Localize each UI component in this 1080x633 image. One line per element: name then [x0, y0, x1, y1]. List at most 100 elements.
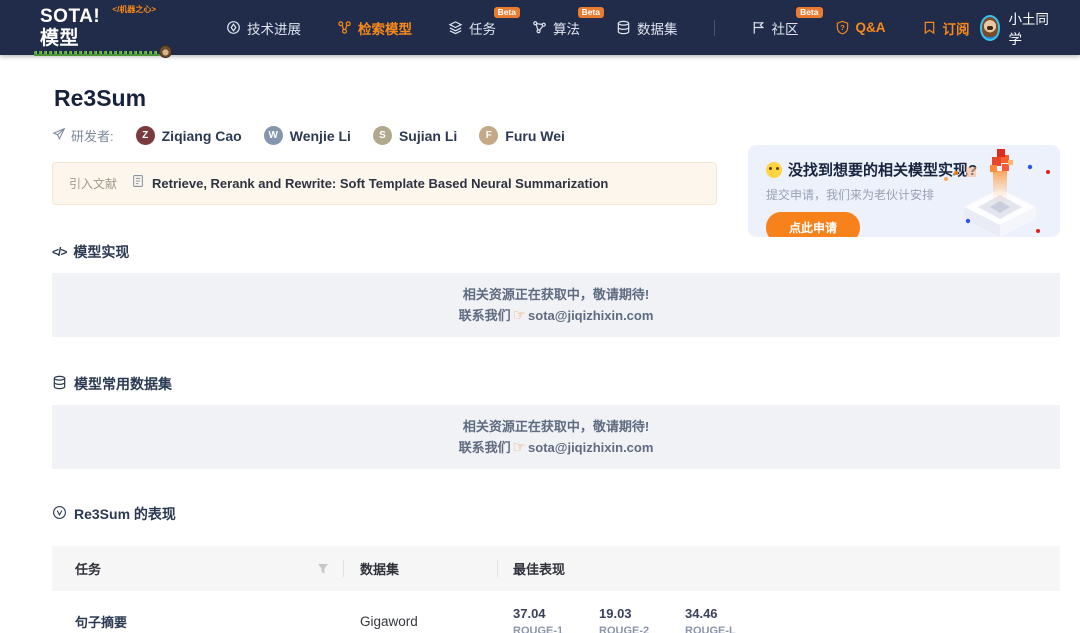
developer-name: Ziqiang Cao: [161, 127, 242, 144]
developer-chip[interactable]: Z Ziqiang Cao: [135, 126, 242, 145]
nav-item-community[interactable]: 社区 Beta: [751, 6, 823, 38]
performance-table: 任务 数据集 最佳表现 句子摘要 Gigaword 37.04 ROUGE-1 …: [52, 546, 1060, 633]
molecule-icon: [532, 20, 547, 35]
layers-icon: [448, 20, 463, 35]
promo-card: 没找到想要的相关模型实现? 提交申请，我们来为老伙计安排 点此申请: [748, 145, 1060, 237]
apply-button[interactable]: 点此申请: [766, 212, 861, 237]
table-header: 任务 数据集 最佳表现: [52, 546, 1060, 591]
placeholder-line1: 相关资源正在获取中，敬请期待!: [462, 419, 650, 434]
top-navbar: SOTA!模型 </机器之心> 技术进展 检索模型 任务 Beta 算法 Bet…: [0, 0, 1080, 58]
citation-paper-link[interactable]: Retrieve, Rerank and Rewrite: Soft Templ…: [131, 174, 608, 193]
nodes-icon: [337, 20, 352, 35]
column-header-dataset: 数据集: [360, 562, 400, 577]
beta-badge: Beta: [796, 6, 823, 18]
citation-label: 引入文献: [69, 177, 118, 191]
nav-item-qa[interactable]: ? Q&A: [835, 20, 886, 35]
section-implementations: </> 模型实现: [52, 242, 1080, 262]
developer-name: Sujian Li: [398, 127, 458, 144]
metric: 37.04 ROUGE-1: [513, 606, 599, 633]
section-datasets: 模型常用数据集: [52, 374, 1080, 394]
contact-label: 联系我们: [458, 308, 511, 323]
developer-name: Wenjie Li: [289, 127, 351, 144]
section-title: 模型常用数据集: [74, 376, 172, 392]
contact-email-link[interactable]: sota@jiqizhixin.com: [528, 437, 653, 458]
svg-text:?: ?: [840, 23, 845, 32]
nav-item-label: 数据集: [637, 21, 678, 37]
contact-label: 联系我们: [458, 440, 511, 455]
task-cell[interactable]: 句子摘要: [52, 612, 343, 631]
code-icon: </>: [52, 245, 67, 259]
datasets-placeholder: 相关资源正在获取中，敬请期待! 联系我们 ☞ sota@jiqizhixin.c…: [52, 405, 1060, 469]
document-icon: [131, 174, 145, 193]
nav-item-progress[interactable]: 技术进展: [226, 18, 301, 38]
logo-jiqizhixin-tag: </机器之心>: [112, 4, 156, 14]
nav-item-label: 社区: [771, 21, 799, 37]
developer-name: Furu Wei: [505, 127, 565, 144]
bookmark-icon: [922, 20, 937, 35]
column-header-best: 最佳表现: [513, 562, 566, 577]
column-header-label: 任务: [75, 562, 102, 577]
nav-item-label: 订阅: [942, 21, 970, 37]
nav-item-search-models[interactable]: 检索模型: [337, 18, 412, 38]
medal-icon: [52, 505, 67, 523]
developer-chip[interactable]: S Sujian Li: [372, 126, 458, 145]
filter-icon[interactable]: [317, 563, 329, 575]
column-divider: [343, 560, 344, 577]
citation-box: 引入文献 Retrieve, Rerank and Rewrite: Soft …: [52, 162, 717, 205]
metric-name: ROUGE-1: [513, 625, 564, 633]
avatar: F: [479, 126, 499, 145]
cubes-illustration: [944, 149, 1050, 237]
logo-monkey-icon: [159, 44, 172, 58]
metric: 34.46 ROUGE-L: [685, 606, 771, 633]
developers-label-wrap: 研发者:: [52, 126, 114, 145]
developer-chip[interactable]: W Wenjie Li: [263, 126, 351, 145]
nav-item-subscribe[interactable]: 订阅: [922, 18, 970, 38]
avatar: W: [263, 126, 283, 145]
metrics-cell: 37.04 ROUGE-1 19.03 ROUGE-2 34.46 ROUGE-…: [497, 606, 1060, 633]
metric-name: ROUGE-L: [685, 625, 736, 633]
nav-item-label: 任务: [469, 21, 496, 37]
developers-label: 研发者:: [71, 129, 114, 144]
metric: 19.03 ROUGE-2: [599, 606, 685, 633]
sota-logo[interactable]: SOTA!模型 </机器之心>: [34, 4, 172, 58]
database-icon: [616, 20, 631, 35]
logo-title: SOTA!模型: [40, 5, 101, 49]
nav-divider: [713, 19, 715, 36]
contact-email-link[interactable]: sota@jiqizhixin.com: [528, 305, 653, 326]
paper-plane-icon: [52, 127, 66, 144]
username: 小土同学: [1008, 11, 1049, 47]
avatar: Z: [135, 126, 155, 145]
nav-item-label: Q&A: [855, 20, 886, 35]
pointing-hand-icon: ☞: [512, 439, 527, 456]
nav-item-tasks[interactable]: 任务 Beta: [448, 6, 520, 38]
logo-grass-decoration: [34, 50, 160, 56]
nav-item-label: 技术进展: [247, 21, 301, 37]
beta-badge: Beta: [493, 6, 520, 18]
developer-chip[interactable]: F Furu Wei: [479, 126, 565, 145]
page-content: Re3Sum 研发者: Z Ziqiang Cao W Wenjie Li S …: [0, 85, 1080, 633]
developers-row: 研发者: Z Ziqiang Cao W Wenjie Li S Sujian …: [52, 126, 1080, 145]
avatar: S: [372, 126, 392, 145]
nav-item-datasets[interactable]: 数据集: [616, 18, 678, 38]
nav-item-algorithms[interactable]: 算法 Beta: [532, 6, 604, 38]
beta-badge: Beta: [577, 6, 604, 18]
metric-value: 19.03: [599, 606, 632, 621]
column-divider: [497, 560, 498, 577]
placeholder-line2: 联系我们 ☞ sota@jiqizhixin.com: [459, 437, 654, 458]
section-title: Re3Sum 的表现: [74, 506, 176, 522]
table-row[interactable]: 句子摘要 Gigaword 37.04 ROUGE-1 19.03 ROUGE-…: [52, 591, 1060, 633]
placeholder-line1: 相关资源正在获取中，敬请期待!: [462, 287, 650, 302]
database-icon: [52, 375, 67, 393]
shield-question-icon: ?: [835, 20, 850, 35]
page-title: Re3Sum: [54, 85, 147, 111]
nav-menu: 技术进展 检索模型 任务 Beta 算法 Beta 数据集 社区 Beta ?: [226, 6, 970, 38]
metric-name: ROUGE-2: [599, 625, 650, 633]
user-avatar: [979, 14, 1001, 41]
smiley-icon: [766, 161, 782, 178]
section-performance: Re3Sum 的表现: [52, 504, 1080, 524]
user-menu[interactable]: 小土同学: [979, 8, 1051, 48]
metric-value: 34.46: [685, 606, 718, 621]
metric-value: 37.04: [513, 606, 546, 621]
implementations-placeholder: 相关资源正在获取中，敬请期待! 联系我们 ☞ sota@jiqizhixin.c…: [52, 273, 1060, 337]
section-title: 模型实现: [73, 244, 130, 260]
